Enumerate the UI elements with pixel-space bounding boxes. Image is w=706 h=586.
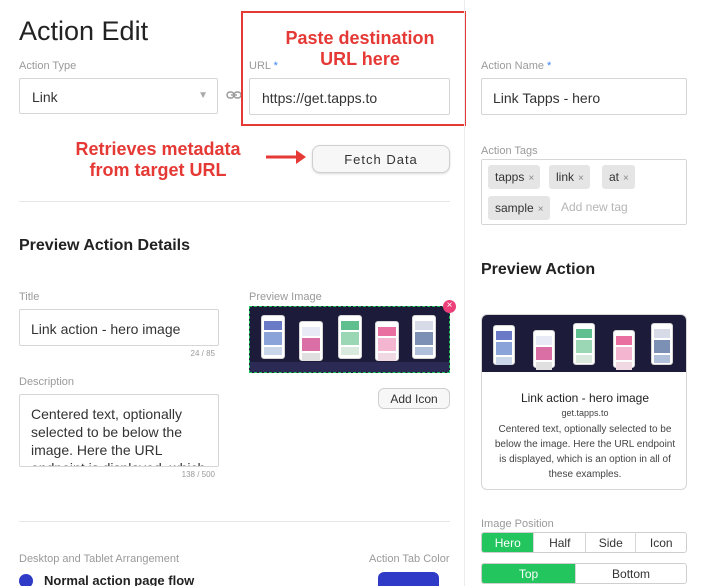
add-icon-label: Add Icon (390, 392, 438, 406)
action-tab-color-label: Action Tab Color (369, 553, 450, 565)
title-input[interactable]: Link action - hero image (19, 309, 219, 346)
description-value: Centered text, optionally selected to be… (31, 406, 205, 466)
preview-details-title: Preview Action Details (19, 237, 191, 254)
column-divider (464, 0, 465, 586)
tag-chip: tapps × (488, 165, 541, 189)
title-value: Link action - hero image (31, 321, 181, 337)
action-type-label: Action Type (19, 60, 77, 72)
phone-image (261, 315, 285, 359)
normal-flow-label: Normal action page flow (44, 573, 195, 586)
close-icon[interactable]: × (578, 173, 584, 184)
close-icon[interactable]: × (528, 173, 534, 184)
tag-chip: sample × (488, 196, 550, 220)
action-tab-color-swatch[interactable] (378, 572, 439, 586)
image-position-hero[interactable]: Hero (482, 533, 534, 552)
action-name-value: Link Tapps - hero (493, 90, 601, 106)
preview-hero-image (482, 315, 686, 372)
arrangement-label: Desktop and Tablet Arrangement (19, 553, 180, 565)
title-counter: 24 / 85 (190, 349, 215, 358)
image-position-label: Image Position (481, 518, 554, 530)
phone-image (299, 321, 323, 361)
close-icon[interactable]: × (623, 173, 629, 184)
text-position-top[interactable]: Top (482, 564, 576, 583)
preview-action-title: Preview Action (481, 261, 596, 278)
preview-image-label: Preview Image (249, 291, 322, 303)
annotation-retrieves-metadata: Retrieves metadata from target URL (75, 139, 241, 180)
image-position-segmented[interactable]: Hero Half Side Icon (481, 532, 687, 553)
action-name-label: Action Name * (481, 60, 552, 72)
phone-image (375, 321, 399, 361)
image-position-half[interactable]: Half (533, 533, 585, 552)
action-tags-label: Action Tags (481, 145, 538, 157)
phone-image (338, 315, 362, 359)
page-title: Action Edit (19, 16, 149, 46)
fetch-data-button[interactable]: Fetch Data (312, 145, 450, 173)
close-icon[interactable]: × (538, 204, 544, 215)
add-tag-placeholder[interactable]: Add new tag (561, 200, 628, 214)
fetch-data-label: Fetch Data (344, 152, 418, 167)
text-position-bottom[interactable]: Bottom (575, 564, 686, 583)
description-counter: 138 / 500 (181, 470, 215, 479)
action-name-input[interactable]: Link Tapps - hero (481, 78, 687, 115)
normal-flow-radio[interactable] (19, 574, 33, 586)
action-tags-input[interactable]: tapps × link × at × sample × Add new tag (481, 159, 687, 225)
action-type-select[interactable]: Link ▼ (19, 78, 218, 114)
text-position-segmented[interactable]: Top Bottom (481, 563, 687, 584)
phone-image (412, 315, 436, 359)
description-label: Description (19, 376, 75, 388)
arrow-right-icon (264, 146, 308, 173)
image-position-icon[interactable]: Icon (635, 533, 686, 552)
preview-action-card: Link action - hero image get.tapps.to Ce… (481, 314, 687, 490)
tag-chip: link × (549, 165, 590, 189)
title-label: Title (19, 291, 40, 303)
annotation-paste-destination: Paste destination URL here (285, 28, 435, 69)
preview-card-description: Centered text, optionally selected to be… (494, 424, 676, 480)
divider (19, 201, 450, 202)
link-icon (226, 88, 242, 107)
divider (19, 521, 450, 522)
remove-image-close-icon[interactable]: × (443, 300, 456, 313)
image-position-side[interactable]: Side (584, 533, 636, 552)
preview-card-title: Link action - hero image (520, 391, 650, 405)
description-textarea[interactable]: Centered text, optionally selected to be… (19, 394, 219, 467)
preview-image-dropzone[interactable] (249, 306, 450, 373)
add-icon-button[interactable]: Add Icon (378, 388, 450, 409)
chevron-down-icon: ▼ (198, 90, 208, 101)
preview-card-domain: get.tapps.to (561, 408, 609, 418)
tag-chip: at × (602, 165, 635, 189)
action-type-value: Link (32, 89, 58, 105)
